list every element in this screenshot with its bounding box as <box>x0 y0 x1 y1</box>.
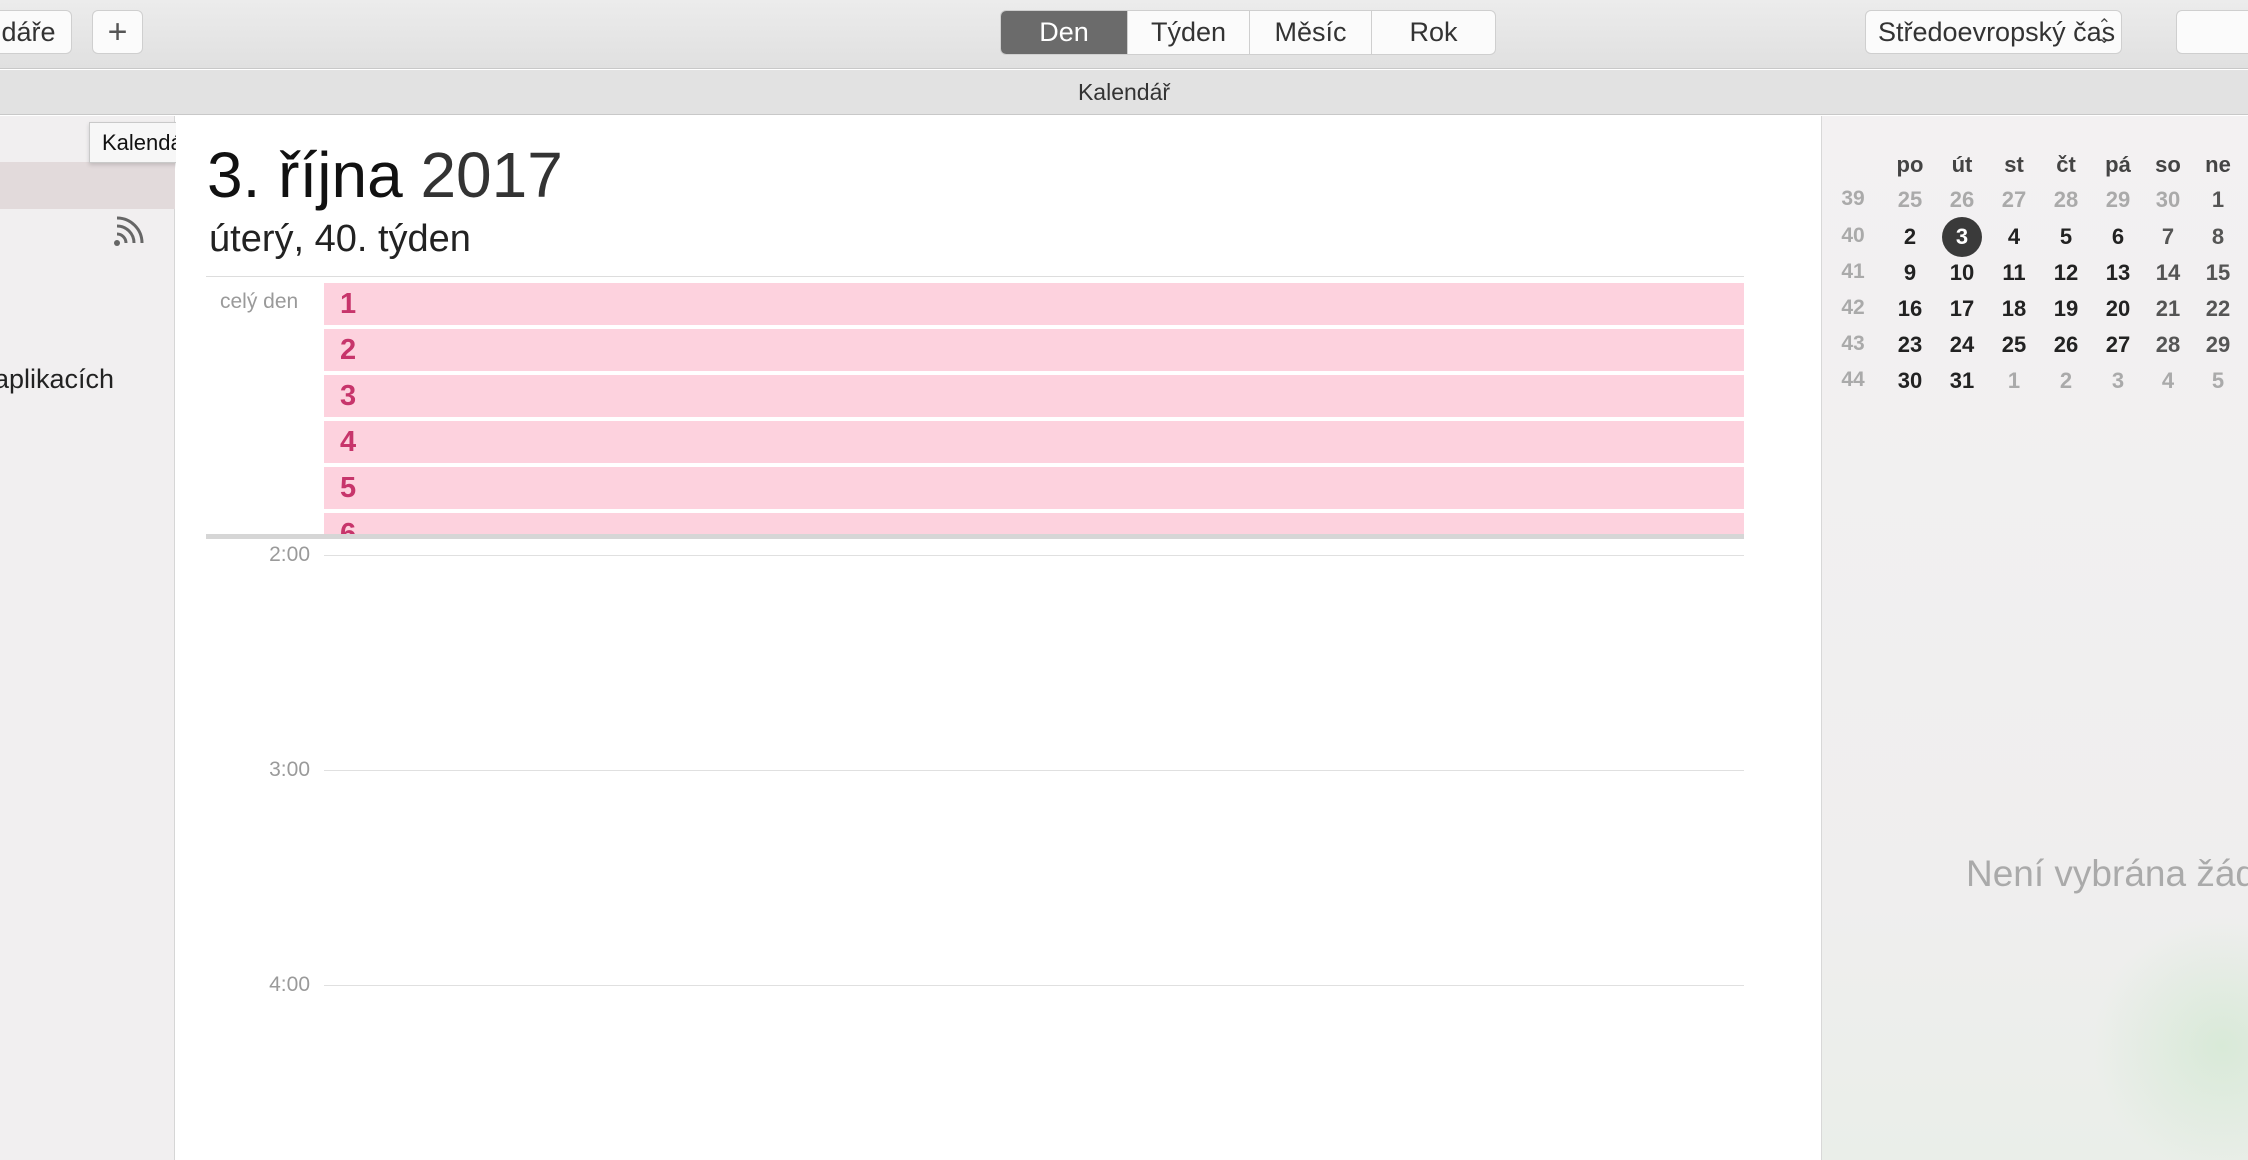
week-number: 41 <box>1841 260 1865 283</box>
time-label: 2:00 <box>269 543 310 566</box>
allday-divider[interactable] <box>206 534 1744 539</box>
time-label: 3:00 <box>269 758 310 781</box>
weekday-header: čt <box>2056 152 2076 177</box>
mini-calendar-today[interactable]: 3 <box>1936 224 1988 250</box>
mini-calendar-day[interactable]: 5 <box>2040 224 2092 250</box>
mini-calendar-day[interactable]: 20 <box>2092 296 2144 322</box>
sidebar-item-label[interactable]: aplikacích <box>0 364 114 395</box>
mini-calendar-day[interactable]: 2 <box>2040 368 2092 394</box>
add-event-button[interactable]: + <box>92 10 143 54</box>
timezone-label: Středoevropský čas <box>1878 16 2116 47</box>
mini-calendar-day[interactable]: 31 <box>1936 368 1988 394</box>
week-number: 44 <box>1841 368 1865 391</box>
allday-label: celý den <box>220 290 299 313</box>
mini-calendar-day[interactable]: 28 <box>2142 332 2194 358</box>
view-tab-day[interactable]: Den <box>1001 11 1128 54</box>
mini-calendar-day[interactable]: 27 <box>2092 332 2144 358</box>
mini-calendar-day[interactable]: 15 <box>2192 260 2244 286</box>
weekday-header: po <box>1896 152 1924 177</box>
mini-calendar-day[interactable]: 29 <box>2092 187 2144 213</box>
allday-event[interactable]: 6 <box>324 513 1744 534</box>
mini-calendar-day[interactable]: 3 <box>2092 368 2144 394</box>
week-number: 40 <box>1841 224 1865 247</box>
week-number: 42 <box>1841 296 1865 319</box>
mini-calendar-day[interactable]: 18 <box>1988 296 2040 322</box>
view-switcher: Den Týden Měsíc Rok <box>1000 10 1496 55</box>
mini-calendar-day[interactable]: 30 <box>2142 187 2194 213</box>
mini-calendar-day[interactable]: 24 <box>1936 332 1988 358</box>
day-view: 3. října 2017 úterý, 40. týden celý den … <box>176 116 1821 1160</box>
toolbar: ndáře + Den Týden Měsíc Rok Středoevrops… <box>0 0 2248 69</box>
mini-calendar-day[interactable]: 6 <box>2092 224 2144 250</box>
hour-line <box>324 770 1744 771</box>
mini-calendar-day[interactable]: 21 <box>2142 296 2194 322</box>
mini-calendar-day[interactable]: 25 <box>1884 187 1936 213</box>
weekday-header: st <box>2004 152 2024 177</box>
date-year: 2017 <box>420 139 563 211</box>
divider <box>206 276 1744 277</box>
mini-calendar-day[interactable]: 25 <box>1988 332 2040 358</box>
week-number: 39 <box>1841 187 1865 210</box>
mini-calendar-day[interactable]: 28 <box>2040 187 2092 213</box>
time-label: 4:00 <box>269 973 310 996</box>
mini-calendar-day[interactable]: 1 <box>2192 187 2244 213</box>
weekday-header: so <box>2155 152 2181 177</box>
weekday-header: út <box>1951 152 1973 177</box>
mini-calendar-day[interactable]: 4 <box>2142 368 2194 394</box>
date-day-month: 3. října <box>207 139 403 211</box>
calendars-button[interactable]: ndáře <box>0 10 72 54</box>
view-tab-month[interactable]: Měsíc <box>1250 11 1372 54</box>
mini-calendar-day[interactable]: 16 <box>1884 296 1936 322</box>
background-glow <box>2092 916 2248 1160</box>
search-button[interactable] <box>2176 10 2248 54</box>
sidebar-selected-item[interactable] <box>0 162 175 209</box>
mini-calendar-day[interactable]: 30 <box>1884 368 1936 394</box>
mini-calendar-day[interactable]: 26 <box>2040 332 2092 358</box>
allday-events: 1 2 3 4 5 6 <box>324 283 1744 534</box>
mini-calendar-day[interactable]: 26 <box>1936 187 1988 213</box>
mini-calendar-day[interactable]: 27 <box>1988 187 2040 213</box>
mini-calendar-day[interactable]: 11 <box>1988 260 2040 286</box>
allday-event[interactable]: 3 <box>324 375 1744 417</box>
mini-calendar-day[interactable]: 5 <box>2192 368 2244 394</box>
weekday-header: ne <box>2205 152 2231 177</box>
mini-calendar-day[interactable]: 4 <box>1988 224 2040 250</box>
mini-calendar-day[interactable]: 14 <box>2142 260 2194 286</box>
chevron-updown-icon: ⌃ ⌄ <box>2097 17 2111 47</box>
date-subtitle: úterý, 40. týden <box>209 218 471 260</box>
weekday-header: pá <box>2105 152 2131 177</box>
date-heading: 3. října 2017 <box>207 138 563 212</box>
mini-calendar-day[interactable]: 13 <box>2092 260 2144 286</box>
mini-calendar-day[interactable]: 17 <box>1936 296 1988 322</box>
timezone-select[interactable]: Středoevropský čas ⌃ ⌄ <box>1865 10 2122 54</box>
mini-calendar-day[interactable]: 7 <box>2142 224 2194 250</box>
inspector-panel: po út st čt pá so ne 39 25 26 27 28 29 30 1 40 2 3 4 5 6 7 8 41… <box>1821 116 2248 1160</box>
hour-line <box>324 555 1744 556</box>
week-number: 43 <box>1841 332 1865 355</box>
view-tab-year[interactable]: Rok <box>1372 11 1495 54</box>
allday-event[interactable]: 4 <box>324 421 1744 463</box>
mini-calendar-day[interactable]: 1 <box>1988 368 2040 394</box>
mini-calendar-day[interactable]: 19 <box>2040 296 2092 322</box>
mini-calendar-day[interactable]: 8 <box>2192 224 2244 250</box>
mini-calendar-day[interactable]: 9 <box>1884 260 1936 286</box>
mini-calendar-day[interactable]: 10 <box>1936 260 1988 286</box>
allday-event[interactable]: 2 <box>324 329 1744 371</box>
mini-calendar-day[interactable]: 29 <box>2192 332 2244 358</box>
mini-calendar-day[interactable]: 12 <box>2040 260 2092 286</box>
mini-calendar-day[interactable]: 22 <box>2192 296 2244 322</box>
sidebar: aplikacích <box>0 116 175 1160</box>
view-tab-week[interactable]: Týden <box>1128 11 1250 54</box>
no-selection-text: Není vybrána žádná událost <box>1966 853 2248 894</box>
hour-line <box>324 985 1744 986</box>
mini-calendar-day[interactable]: 2 <box>1884 224 1936 250</box>
allday-event[interactable]: 5 <box>324 467 1744 509</box>
allday-event[interactable]: 1 <box>324 283 1744 325</box>
window-title: Kalendář <box>0 70 2248 115</box>
mini-calendar-day[interactable]: 23 <box>1884 332 1936 358</box>
wifi-subscription-icon[interactable] <box>112 212 148 248</box>
